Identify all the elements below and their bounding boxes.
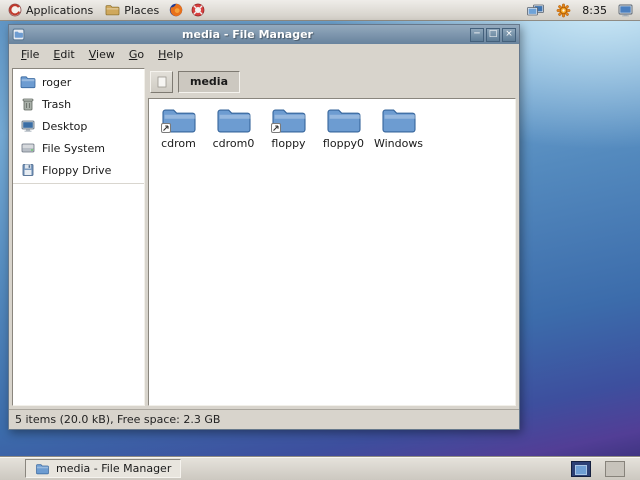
folder-icon [326,109,361,133]
task-folder-icon [36,463,49,474]
pathbar-left-button[interactable] [150,70,173,93]
panel-clock[interactable]: 8:35 [580,4,609,17]
window-content: roger Trash Desktop File System Floppy D… [9,65,519,409]
menubar: File Edit View Go Help [9,44,519,65]
taskbar-task-button[interactable]: media - File Manager [25,459,182,478]
places-menu[interactable]: Places [100,3,164,18]
sidebar-item-label: File System [42,141,105,155]
sidebar-item-label: Desktop [42,119,88,133]
window-menu-icon[interactable] [12,28,25,41]
taskbar: media - File Manager [0,456,640,480]
menu-edit[interactable]: Edit [46,46,81,63]
browser-launcher[interactable] [166,2,186,18]
folder-icon [381,109,416,133]
minimize-button[interactable]: ─ [470,27,484,42]
titlebar[interactable]: media - File Manager ─ □ × [9,25,519,44]
sidebar-item-home[interactable]: roger [13,71,144,93]
symlink-emblem-icon [271,123,281,133]
workspace-window-thumb [575,464,587,475]
sidebar-item-label: roger [42,75,72,89]
applications-menu-icon [8,3,22,17]
file-item-cdrom0[interactable]: cdrom0 [207,106,260,150]
sidebar-item-floppy-drive[interactable]: Floppy Drive [13,159,144,181]
status-text: 5 items (20.0 kB), Free space: 2.3 GB [15,413,221,426]
sidebar-item-trash[interactable]: Trash [13,93,144,115]
help-icon [191,3,205,17]
task-button-label: media - File Manager [56,462,172,475]
right-pane: media cdrom cdrom0 floppy floppy0 Window… [148,68,516,406]
close-button[interactable]: × [502,27,516,42]
statusbar: 5 items (20.0 kB), Free space: 2.3 GB [9,409,519,429]
home-folder-icon [20,76,36,89]
places-menu-label: Places [124,3,160,17]
pathbar-current-folder-button[interactable]: media [178,70,240,93]
file-item-cdrom[interactable]: cdrom [152,106,205,150]
applications-menu-label: Applications [26,3,94,17]
applications-menu[interactable]: Applications [3,2,98,18]
menu-help[interactable]: Help [151,46,190,63]
workspace-pager [571,460,640,477]
folder-icon [216,109,251,133]
sidebar-item-label: Trash [42,97,72,111]
pathbar: media [148,68,516,95]
file-label: Windows [373,137,424,150]
file-label: cdrom0 [212,137,255,150]
menu-view[interactable]: View [82,46,122,63]
workspace-1[interactable] [571,460,591,477]
panel-left-group: Applications Places [0,2,208,18]
sidebar-item-filesystem[interactable]: File System [13,137,144,159]
maximize-button[interactable]: □ [486,27,500,42]
harddrive-icon [21,143,35,153]
network-monitor-icon [527,4,545,15]
top-panel: Applications Places 8:35 [0,0,640,21]
file-item-floppy0[interactable]: floppy0 [317,106,370,150]
display-settings-tray[interactable] [615,3,636,18]
file-view[interactable]: cdrom cdrom0 floppy floppy0 Windows [148,98,516,406]
desktop-icon [21,120,35,132]
sidebar-item-desktop[interactable]: Desktop [13,115,144,137]
network-monitor-tray[interactable] [524,3,547,18]
updates-tray[interactable] [553,2,574,19]
file-label: floppy0 [322,137,365,150]
file-label: floppy [271,137,306,150]
file-label: cdrom [161,137,196,150]
file-manager-window: media - File Manager ─ □ × File Edit Vie… [8,24,520,430]
display-icon [618,4,633,16]
shortcuts-sidebar: roger Trash Desktop File System Floppy D… [12,68,145,406]
window-title: media - File Manager [182,28,313,41]
menu-go[interactable]: Go [122,46,151,63]
sidebar-separator [13,183,144,184]
file-item-windows[interactable]: Windows [372,106,425,150]
menu-file[interactable]: File [14,46,46,63]
help-launcher[interactable] [188,2,208,18]
blank-page-icon [157,76,166,87]
gear-icon [556,3,571,17]
sidebar-item-label: Floppy Drive [42,163,112,177]
places-folder-icon [105,5,120,16]
floppy-drive-icon [22,164,34,176]
symlink-emblem-icon [161,123,171,133]
workspace-2[interactable] [605,460,625,477]
trash-icon [22,98,34,111]
file-item-floppy[interactable]: floppy [262,106,315,150]
firefox-icon [169,3,183,17]
panel-right-group: 8:35 [524,2,640,19]
